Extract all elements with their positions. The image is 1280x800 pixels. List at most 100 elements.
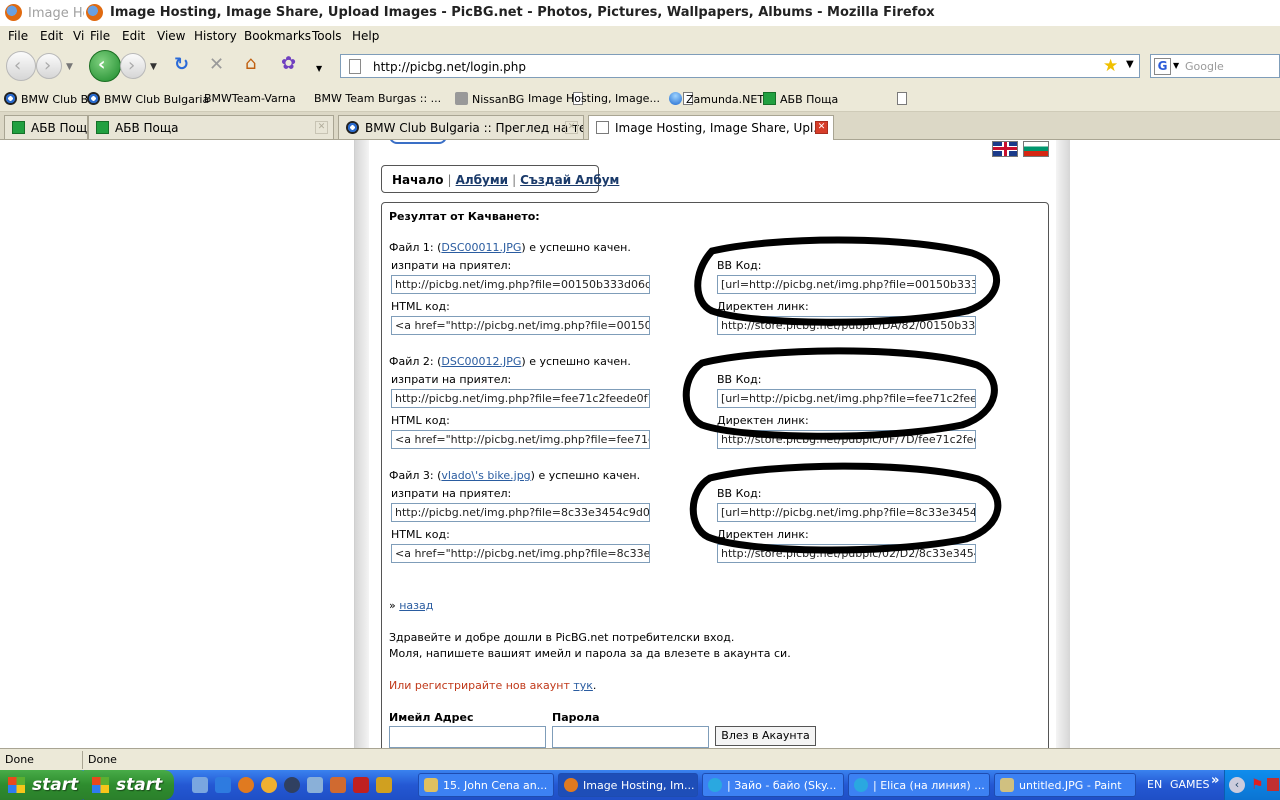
bookmark-item[interactable]: Image Hosting, Image... bbox=[528, 92, 907, 105]
games-toolbar[interactable]: GAMES bbox=[1170, 778, 1209, 791]
english-flag-icon[interactable] bbox=[992, 141, 1018, 157]
direct-link-field[interactable]: http://store.picbg.net/pubpic/02/D2/8c33… bbox=[717, 544, 976, 563]
menu-history[interactable]: History bbox=[194, 29, 237, 43]
bb-code-field[interactable]: [url=http://picbg.net/img.php?file=8c33e… bbox=[717, 503, 976, 522]
task-label: 15. John Cena an... bbox=[443, 779, 548, 792]
stop-icon[interactable]: ✕ bbox=[209, 56, 224, 74]
media-player-icon[interactable] bbox=[284, 777, 300, 793]
quicklaunch-icon[interactable] bbox=[307, 777, 323, 793]
menu-edit[interactable]: Edit bbox=[122, 29, 145, 43]
quicklaunch-icon[interactable] bbox=[353, 777, 369, 793]
start-button-back[interactable]: start bbox=[0, 770, 90, 800]
toolbar-expand-icon[interactable]: » bbox=[1211, 773, 1219, 788]
html-code-label: HTML код: bbox=[391, 300, 450, 313]
firefox-icon[interactable] bbox=[238, 777, 254, 793]
taskbar-item[interactable]: 15. John Cena an... bbox=[418, 773, 554, 797]
back-button-inactive[interactable]: ‹ bbox=[6, 51, 36, 81]
menu-file[interactable]: File bbox=[90, 29, 110, 43]
taskbar-item[interactable]: | Elica (на линия) ... bbox=[848, 773, 990, 797]
dropdown-arrow-icon[interactable]: ▼ bbox=[316, 60, 322, 78]
tray-app-icon[interactable] bbox=[1267, 778, 1279, 791]
direct-link-field[interactable]: http://store.picbg.net/pubpic/0F/7D/fee7… bbox=[717, 430, 976, 449]
tray-collapse-icon[interactable]: ‹ bbox=[1229, 777, 1245, 793]
file-link[interactable]: DSC00012.JPG bbox=[441, 355, 521, 368]
file-link[interactable]: DSC00011.JPG bbox=[441, 241, 521, 254]
url-dropdown-icon[interactable]: ▼ bbox=[1126, 59, 1134, 70]
bookmark-item[interactable]: АБВ Поща bbox=[763, 92, 838, 106]
taskbar-item-active[interactable]: Image Hosting, Im... bbox=[558, 773, 698, 797]
quicklaunch-icon[interactable] bbox=[330, 777, 346, 793]
html-code-field[interactable]: <a href="http://picbg.net/img.php?file=0… bbox=[391, 316, 650, 335]
send-friend-field[interactable]: http://picbg.net/img.php?file=fee71c2fee… bbox=[391, 389, 650, 408]
tab-image-hosting[interactable]: Image Hosting, Image Share, Upl... ✕ bbox=[588, 115, 834, 141]
register-dot: . bbox=[592, 679, 597, 692]
windows-logo-icon bbox=[92, 777, 109, 793]
dropdown-arrow-icon[interactable]: ▼ bbox=[150, 58, 157, 76]
close-icon[interactable]: ✕ bbox=[565, 121, 578, 134]
bb-code-field[interactable]: [url=http://picbg.net/img.php?file=fee71… bbox=[717, 389, 976, 408]
bookmark-item[interactable]: NissanBG bbox=[455, 92, 524, 106]
bookmark-item[interactable]: BMW Club Bu bbox=[4, 92, 95, 106]
html-code-field[interactable]: <a href="http://picbg.net/img.php?file=8… bbox=[391, 544, 650, 563]
password-field[interactable] bbox=[552, 726, 709, 748]
bookmark-item[interactable]: BMW Club Bulgaria bbox=[87, 92, 209, 106]
email-field[interactable] bbox=[389, 726, 546, 748]
reload-icon[interactable]: ↻ bbox=[174, 56, 189, 74]
abv-icon bbox=[96, 121, 109, 134]
send-friend-field[interactable]: http://picbg.net/img.php?file=8c33e3454c… bbox=[391, 503, 650, 522]
menu-edit-back[interactable]: Edit bbox=[40, 29, 63, 43]
menu-file-back[interactable]: File bbox=[8, 29, 28, 43]
send-friend-label: изпрати на приятел: bbox=[391, 487, 512, 500]
send-friend-field[interactable]: http://picbg.net/img.php?file=00150b333d… bbox=[391, 275, 650, 294]
bookmark-star-icon[interactable]: ★ bbox=[1103, 56, 1118, 76]
nav-home[interactable]: Начало bbox=[392, 173, 444, 187]
page-border-right bbox=[1056, 140, 1070, 748]
tray-flag-icon[interactable]: ⚑ bbox=[1251, 777, 1264, 793]
google-icon[interactable]: G bbox=[1154, 58, 1171, 75]
quicklaunch-icon[interactable] bbox=[376, 777, 392, 793]
register-link[interactable]: тук bbox=[573, 679, 593, 692]
login-button[interactable]: Влез в Акаунта bbox=[715, 726, 816, 746]
close-icon[interactable]: ✕ bbox=[815, 121, 828, 134]
nav-create-album[interactable]: Създай Албум bbox=[520, 173, 619, 187]
dropdown-arrow-icon[interactable]: ▼ bbox=[66, 58, 73, 76]
tab-abv[interactable]: АБВ Поща ✕ bbox=[88, 115, 334, 139]
close-icon[interactable]: ✕ bbox=[315, 121, 328, 134]
menu-bookmarks[interactable]: Bookmarks bbox=[244, 29, 311, 43]
back-link[interactable]: назад bbox=[399, 599, 433, 612]
start-button[interactable]: start bbox=[84, 770, 174, 800]
taskbar-item[interactable]: untitled.JPG - Paint bbox=[994, 773, 1136, 797]
tab-abv-background[interactable]: АБВ Поща bbox=[4, 115, 88, 139]
taskbar-item[interactable]: | Зайо - байо (Sky... bbox=[702, 773, 844, 797]
back-button[interactable]: ‹ bbox=[89, 50, 121, 82]
bookmark-item[interactable]: Zamunda.NET bbox=[669, 92, 764, 106]
file-prefix: Файл 2: ( bbox=[389, 355, 442, 368]
quicklaunch-icon[interactable] bbox=[192, 777, 208, 793]
direct-link-field[interactable]: http://store.picbg.net/pubpic/DA/82/0015… bbox=[717, 316, 976, 335]
nav-albums[interactable]: Албуми bbox=[456, 173, 509, 187]
search-box[interactable]: G ▼ Google bbox=[1150, 54, 1280, 78]
menu-help[interactable]: Help bbox=[352, 29, 379, 43]
internet-explorer-icon[interactable] bbox=[215, 777, 231, 793]
quicklaunch-icon[interactable] bbox=[261, 777, 277, 793]
url-bar[interactable]: http://picbg.net/login.php ★ ▼ bbox=[340, 54, 1140, 78]
home-icon[interactable]: ⌂ bbox=[245, 55, 256, 73]
menu-view-back[interactable]: Vi bbox=[73, 29, 84, 43]
bb-code-field[interactable]: [url=http://picbg.net/img.php?file=00150… bbox=[717, 275, 976, 294]
addon-icon[interactable]: ✿ bbox=[281, 55, 296, 73]
bookmark-item[interactable]: BMW Team Burgas :: ... bbox=[314, 92, 693, 105]
tab-bmw-club[interactable]: BMW Club Bulgaria :: Преглед на тема...✕ bbox=[338, 115, 584, 139]
file-link[interactable]: vlado\'s bike.jpg bbox=[441, 469, 530, 482]
menu-view[interactable]: View bbox=[157, 29, 185, 43]
bulgarian-flag-icon[interactable] bbox=[1023, 141, 1049, 157]
html-code-field[interactable]: <a href="http://picbg.net/img.php?file=f… bbox=[391, 430, 650, 449]
language-indicator[interactable]: EN bbox=[1147, 778, 1162, 791]
search-engine-dropdown-icon[interactable]: ▼ bbox=[1173, 61, 1179, 70]
bmw-icon bbox=[87, 92, 100, 105]
menu-tools[interactable]: Tools bbox=[312, 29, 342, 43]
forward-button-inactive[interactable]: › bbox=[36, 53, 62, 79]
forward-button[interactable]: › bbox=[120, 53, 146, 79]
bookmark-item[interactable]: BMWTeam-Varna bbox=[204, 92, 583, 105]
back-link-line: » назад bbox=[389, 599, 433, 612]
html-code-label: HTML код: bbox=[391, 528, 450, 541]
